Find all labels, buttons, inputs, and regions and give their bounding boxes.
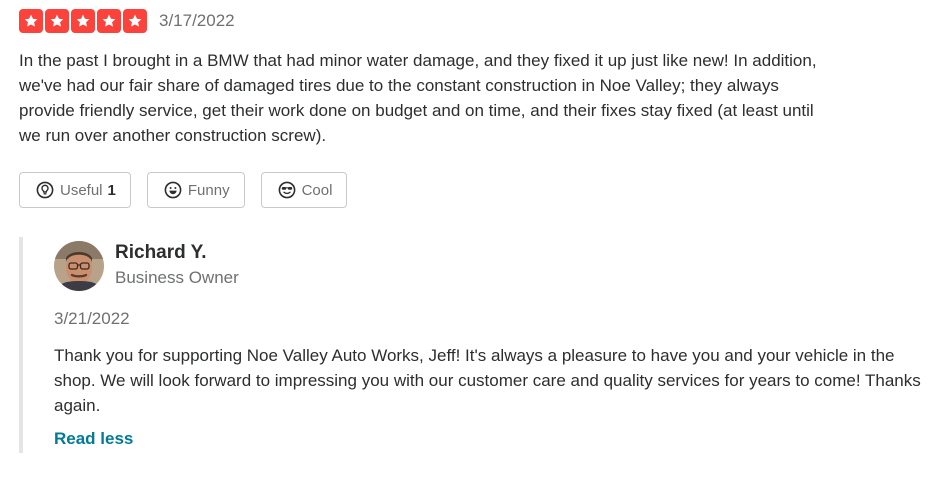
star-icon — [123, 9, 147, 33]
useful-button[interactable]: Useful 1 — [19, 172, 131, 208]
owner-avatar[interactable] — [54, 241, 104, 291]
star-icon — [45, 9, 69, 33]
read-less-link[interactable]: Read less — [54, 429, 133, 449]
owner-info: Richard Y. Business Owner — [115, 241, 239, 291]
owner-header: Richard Y. Business Owner — [54, 241, 239, 291]
reaction-buttons: Useful 1 Funny Cool — [19, 172, 939, 208]
rating-row: 3/17/2022 — [19, 8, 939, 34]
useful-label: Useful — [60, 181, 103, 199]
star-icon — [97, 9, 121, 33]
review: 3/17/2022 In the past I brought in a BMW… — [19, 8, 939, 208]
useful-count: 1 — [107, 181, 116, 199]
review-date: 3/17/2022 — [159, 11, 235, 30]
sunglasses-smiley-icon — [278, 181, 296, 199]
funny-button[interactable]: Funny — [146, 172, 245, 208]
owner-reply: Richard Y. Business Owner 3/21/2022 Than… — [19, 237, 943, 453]
funny-label: Funny — [187, 181, 230, 199]
smiley-icon — [164, 181, 182, 199]
star-icon — [71, 9, 95, 33]
cool-label: Cool — [301, 181, 333, 199]
lightbulb-icon — [36, 181, 54, 199]
owner-role: Business Owner — [115, 268, 239, 287]
star-icon — [19, 9, 43, 33]
star-rating — [19, 9, 147, 33]
review-text: In the past I brought in a BMW that had … — [19, 51, 817, 145]
cool-button[interactable]: Cool — [260, 172, 348, 208]
reply-date: 3/21/2022 — [54, 309, 130, 328]
reply-text: Thank you for supporting Noe Valley Auto… — [54, 346, 921, 415]
owner-name[interactable]: Richard Y. — [115, 241, 239, 265]
